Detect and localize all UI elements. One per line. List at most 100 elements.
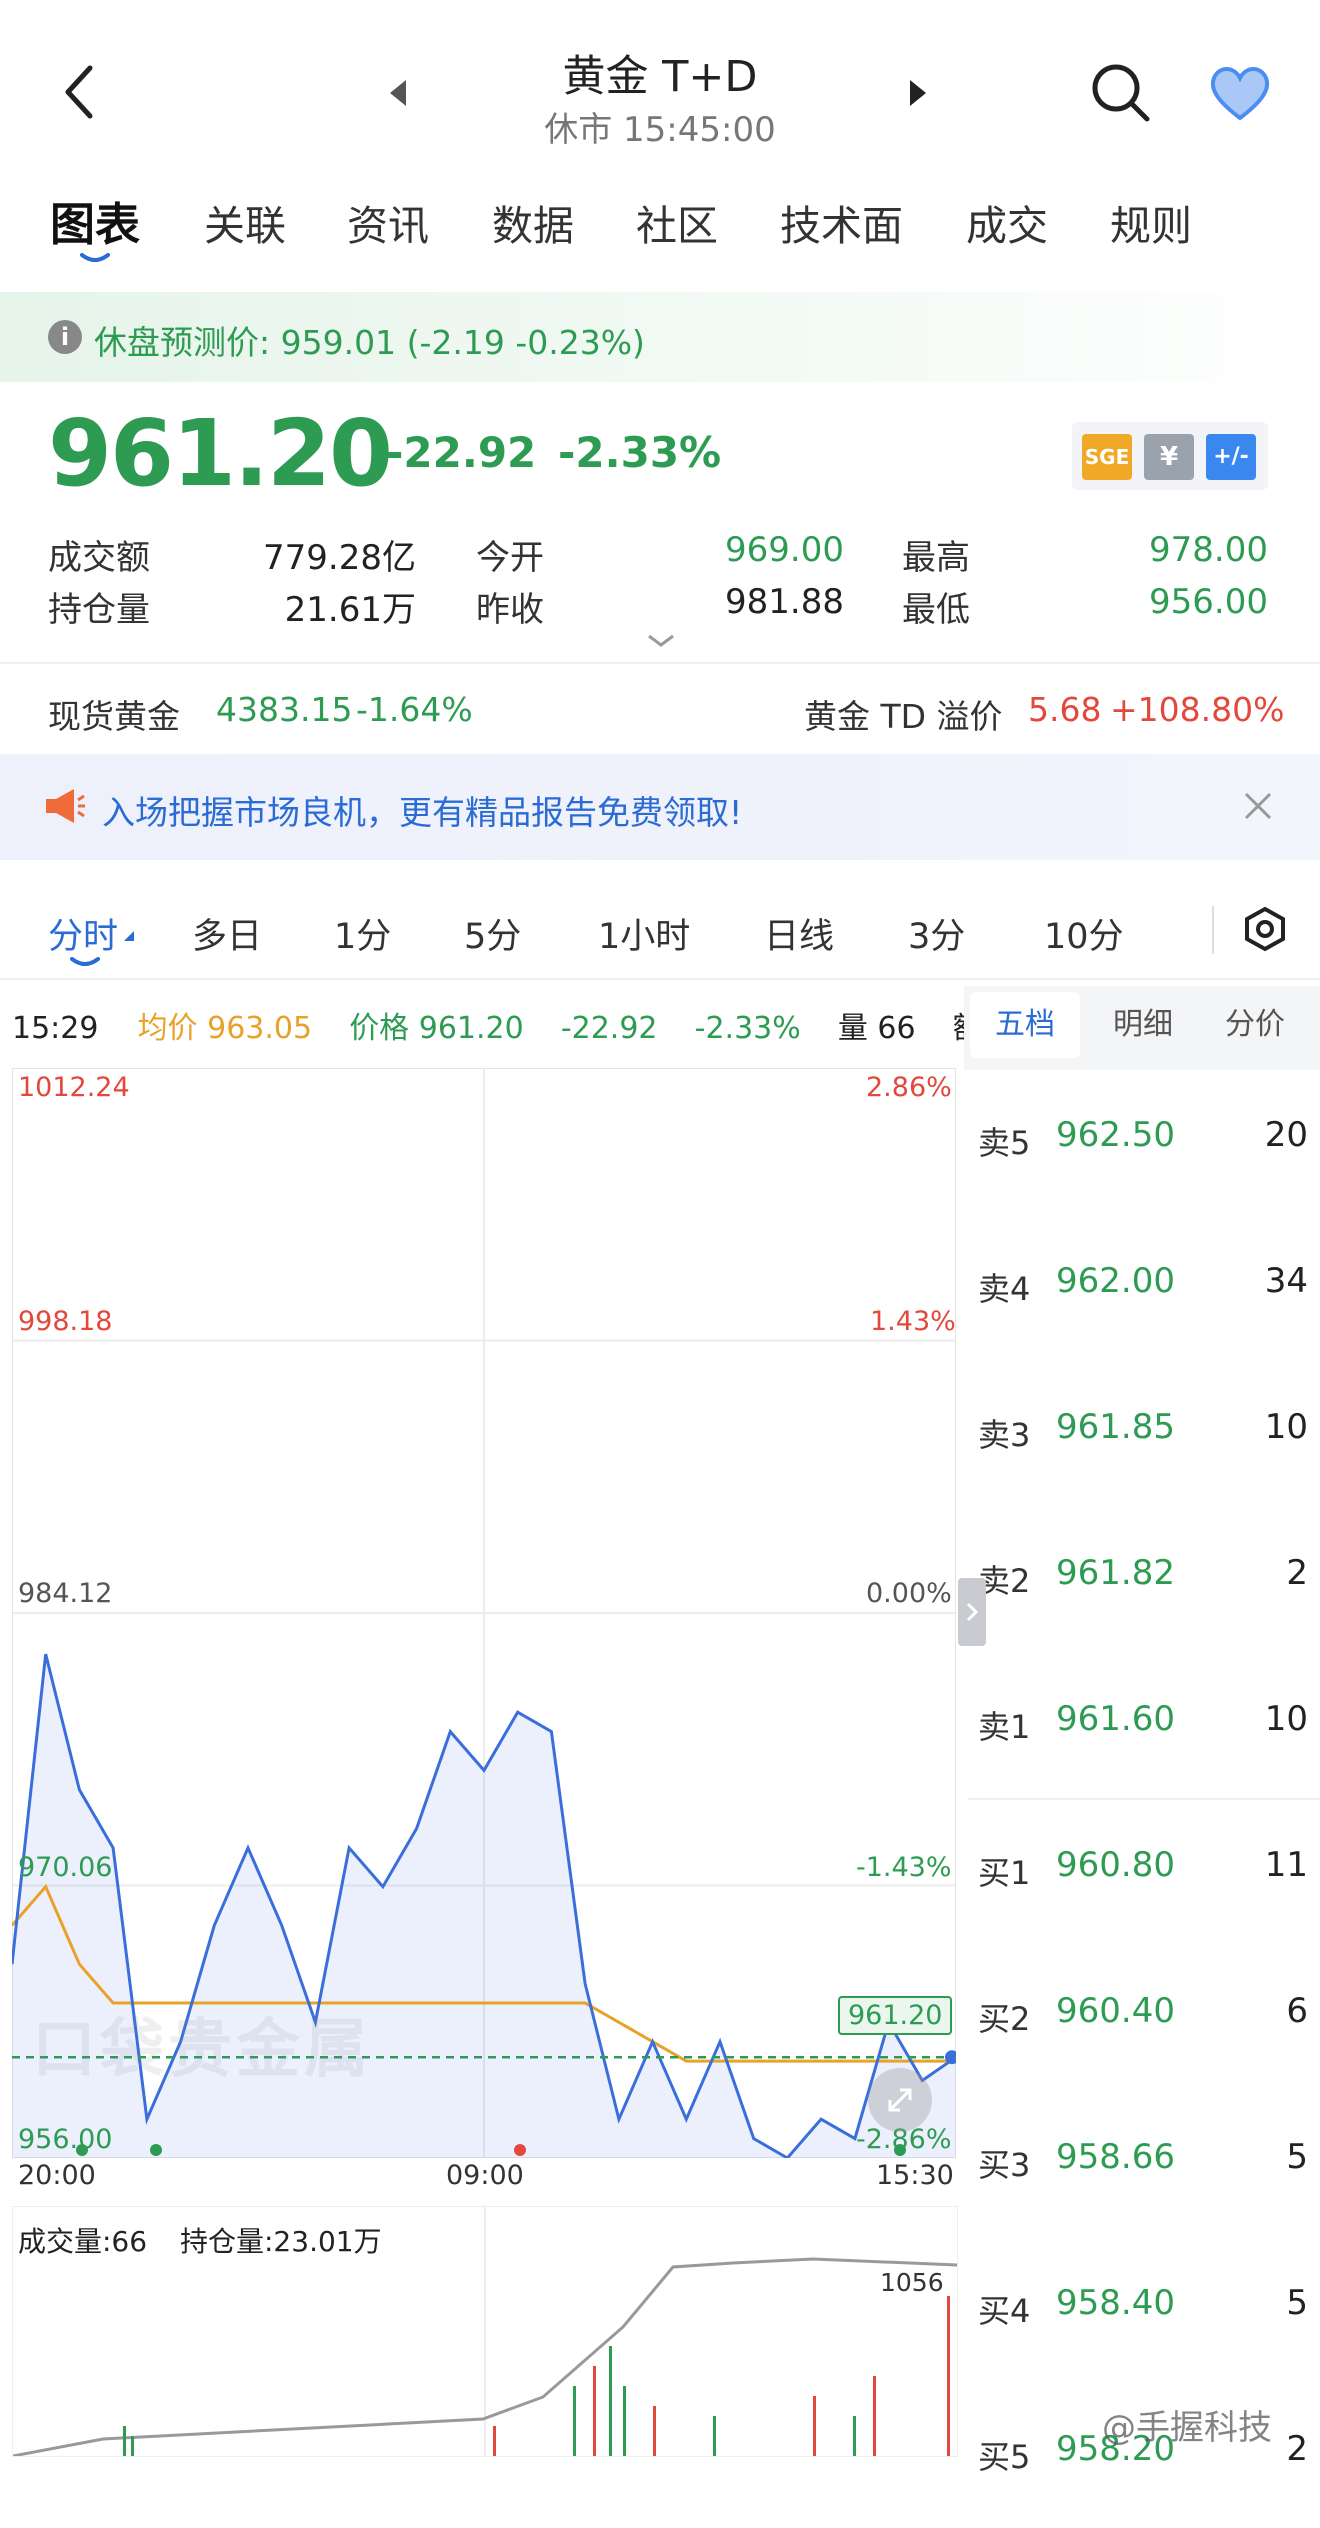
fullscreen-button[interactable] (868, 2068, 932, 2132)
position-value: 21.61万 (284, 590, 416, 630)
heart-icon (1210, 67, 1270, 121)
closing-forecast-bar: i 休盘预测价: 959.01 (-2.19 -0.23%) (0, 292, 1320, 382)
chart-settings-button[interactable] (1242, 906, 1288, 956)
info-change-pct: -2.33% (694, 1011, 801, 1046)
volume-bar (573, 2386, 576, 2456)
y-label-top: 1012.24 (18, 1072, 130, 1103)
x-label-end: 15:30 (876, 2160, 954, 2191)
ob-label: 买1 (978, 1854, 1031, 1892)
orderbook-row-ask4[interactable]: 卖4 962.00 34 (978, 1214, 1320, 1360)
megaphone-icon (44, 786, 86, 830)
volume-label: 成交量:66 (18, 2225, 148, 2258)
prev-close-label: 昨收 (476, 590, 544, 630)
ob-volume: 2 (1286, 2429, 1308, 2469)
promo-banner[interactable]: 入场把握市场良机，更有精品报告免费领取! (0, 754, 1320, 860)
ob-label: 卖3 (978, 1416, 1031, 1454)
ob-price: 958.40 (1056, 2283, 1175, 2323)
info-time: 15:29 (12, 1011, 99, 1046)
ob-volume: 20 (1264, 1115, 1308, 1155)
calculator-badge[interactable]: +/- (1206, 434, 1256, 480)
badge-group: SGE ¥ +/- (1072, 422, 1268, 490)
orderbook-row-bid3[interactable]: 买3 958.66 5 (978, 2090, 1320, 2236)
currency-badge[interactable]: ¥ (1144, 434, 1194, 480)
session-marker (150, 2144, 162, 2156)
orderbook-row-ask1[interactable]: 卖1 961.60 10 (978, 1652, 1320, 1798)
volume-bar (493, 2426, 496, 2456)
volume-bar (593, 2366, 596, 2456)
dropdown-caret-icon (122, 928, 136, 947)
volume-bar (653, 2406, 656, 2456)
period-tab-5min[interactable]: 5分 (464, 908, 521, 959)
volume-bar (609, 2346, 612, 2456)
search-button[interactable] (1090, 62, 1152, 128)
y-label-4: 970.06 (18, 1852, 113, 1883)
ob-volume: 10 (1264, 1699, 1308, 1739)
position-label: 持仓量 (48, 590, 150, 630)
tab-trades[interactable]: 成交 (966, 192, 1048, 252)
info-price-label: 价格 (349, 1011, 410, 1046)
period-tab-3min[interactable]: 3分 (908, 908, 965, 959)
period-tab-1min[interactable]: 1分 (334, 908, 391, 959)
period-active-indicator (70, 952, 100, 971)
expand-stats-button[interactable] (646, 632, 676, 654)
favorite-button[interactable] (1208, 64, 1272, 126)
panel-toggle-handle[interactable] (958, 1578, 986, 1646)
ob-price: 962.00 (1056, 1261, 1175, 1301)
ob-volume: 5 (1286, 2283, 1308, 2323)
volume-panel[interactable] (12, 2206, 958, 2457)
next-instrument-button[interactable] (906, 78, 930, 112)
tab-community[interactable]: 社区 (636, 192, 718, 252)
orderbook-tab-level5[interactable]: 五档 (970, 992, 1080, 1058)
ob-volume: 10 (1264, 1407, 1308, 1447)
period-tab-1hour[interactable]: 1小时 (598, 908, 690, 959)
orderbook-row-ask5[interactable]: 卖5 962.50 20 (978, 1068, 1320, 1214)
ob-price: 960.40 (1056, 1991, 1175, 2031)
open-interest-label: 持仓量:23.01万 (180, 2225, 382, 2258)
period-tab-multiday[interactable]: 多日 (192, 908, 262, 959)
info-change: -22.92 (560, 1011, 658, 1046)
high-label: 最高 (902, 538, 970, 578)
orderbook-row-bid4[interactable]: 买4 958.40 5 (978, 2236, 1320, 2382)
period-tab-10min[interactable]: 10分 (1044, 908, 1124, 959)
volume-bar (713, 2416, 716, 2456)
ob-price: 961.82 (1056, 1553, 1175, 1593)
low-label: 最低 (902, 590, 970, 630)
tab-technical[interactable]: 技术面 (780, 192, 903, 252)
y-label-mid: 984.12 (18, 1578, 113, 1609)
tab-data[interactable]: 数据 (492, 192, 574, 252)
orderbook-row-ask3[interactable]: 卖3 961.85 10 (978, 1360, 1320, 1506)
premium-pct: +108.80% (1110, 690, 1285, 729)
close-banner-button[interactable] (1240, 788, 1276, 828)
volume-bar (131, 2436, 134, 2456)
close-icon (1244, 792, 1272, 820)
orderbook-tab-details[interactable]: 明细 (1088, 992, 1198, 1058)
prev-close-value: 981.88 (725, 582, 844, 622)
x-label-mid: 09:00 (446, 2160, 524, 2191)
info-avg-label: 均价 (137, 1011, 198, 1046)
price-change-pct: -2.33% (558, 428, 722, 477)
tab-chart[interactable]: 图表 (50, 188, 140, 253)
orderbook-row-ask2[interactable]: 卖2 961.82 2 (978, 1506, 1320, 1652)
orderbook-tab-price-dist[interactable]: 分价 (1200, 992, 1310, 1058)
ob-price: 962.50 (1056, 1115, 1175, 1155)
orderbook-tabs: 五档 明细 分价 (964, 986, 1320, 1070)
tab-related[interactable]: 关联 (204, 192, 286, 252)
search-icon (1092, 64, 1150, 122)
orderbook-row-bid1[interactable]: 买1 960.80 11 (978, 1798, 1320, 1944)
spot-gold-value: 4383.15 (216, 690, 353, 729)
ob-price: 958.66 (1056, 2137, 1175, 2177)
session-marker (514, 2144, 526, 2156)
expand-arrows-icon (888, 2088, 912, 2112)
premium-value: 5.68 (1028, 690, 1102, 729)
period-tab-daily[interactable]: 日线 (764, 908, 834, 959)
crosshair-info-bar: 15:29 均价 963.05 价格 961.20 -22.92 -2.33% … (12, 1003, 1050, 1047)
watermark: 口袋贵金属 (32, 2013, 372, 2087)
last-price: 961.20 (48, 400, 393, 507)
orderbook-row-bid2[interactable]: 买2 960.40 6 (978, 1944, 1320, 2090)
triangle-right-icon (910, 80, 926, 106)
y-pct-top: 2.86% (866, 1072, 952, 1103)
tab-news[interactable]: 资讯 (347, 192, 429, 252)
intraday-chart[interactable] (10, 1067, 959, 2160)
tab-rules[interactable]: 规则 (1110, 192, 1192, 252)
sge-badge[interactable]: SGE (1082, 434, 1132, 480)
